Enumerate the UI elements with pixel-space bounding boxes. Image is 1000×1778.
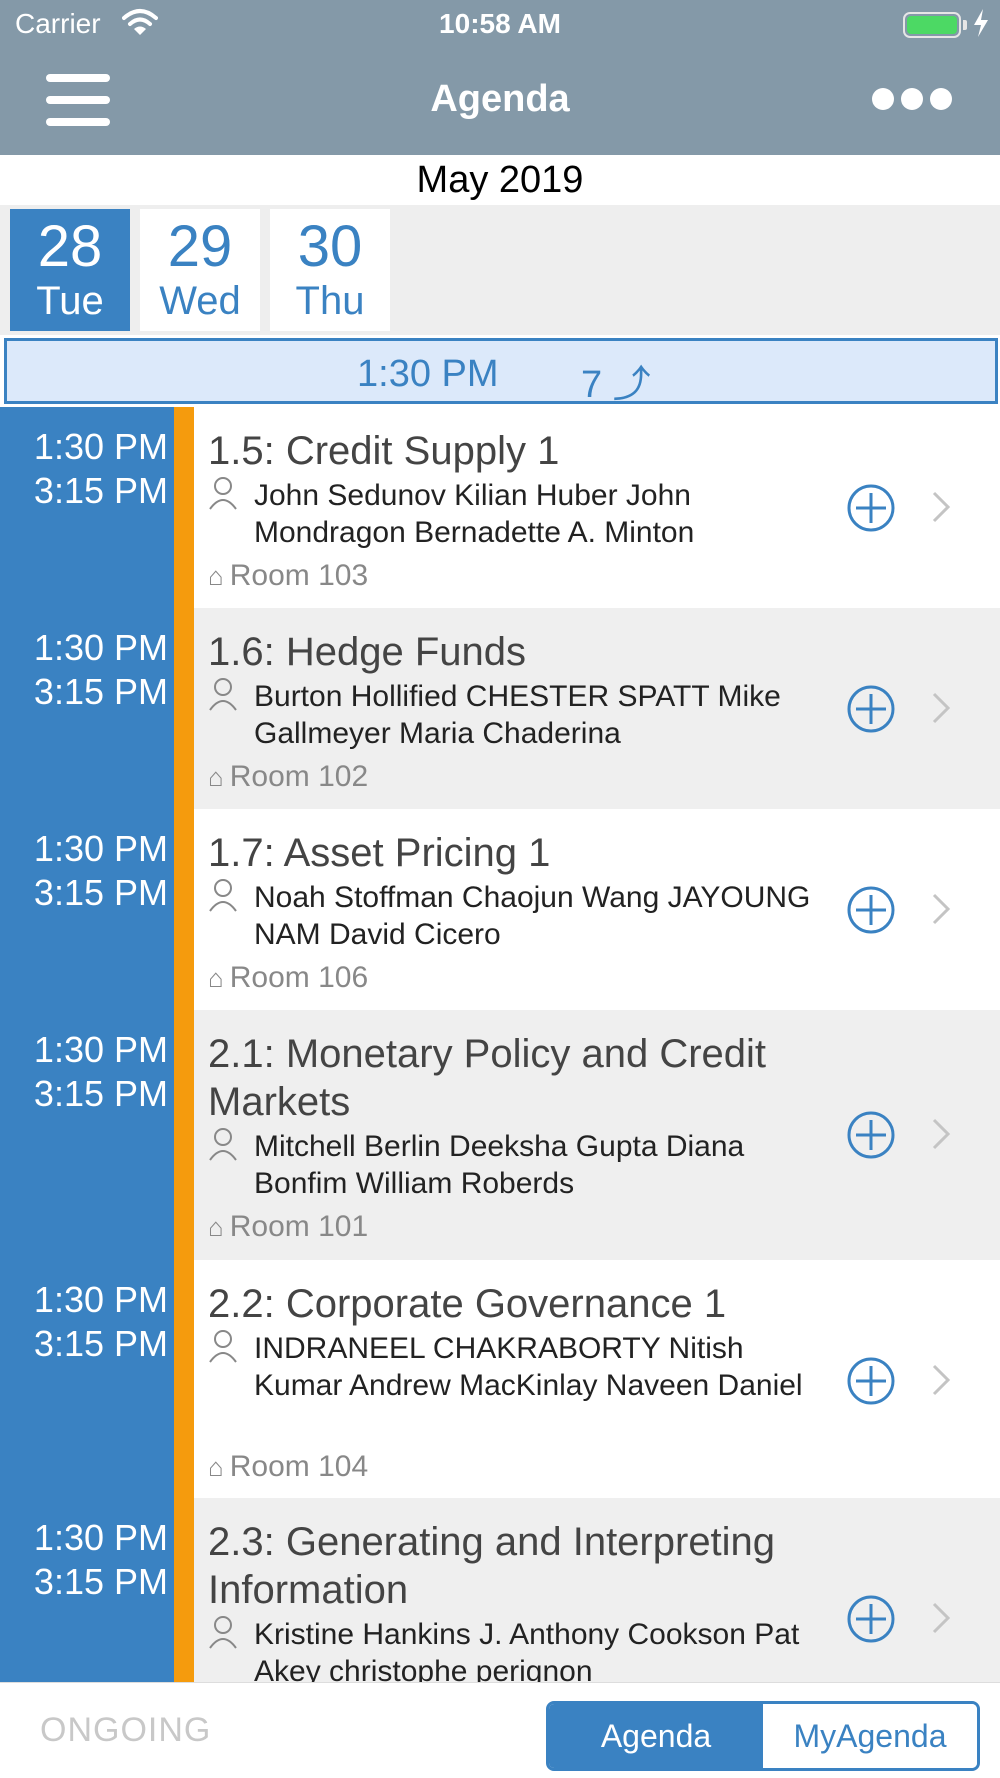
charging-icon (974, 9, 988, 37)
session-room: ⌂ Room 106 (208, 961, 369, 994)
status-bar: Carrier 10:58 AM (0, 0, 1000, 50)
add-to-agenda-icon[interactable] (846, 1110, 896, 1160)
session-times: 1:30 PM 3:15 PM (0, 1278, 172, 1366)
add-to-agenda-icon[interactable] (846, 1594, 896, 1644)
session-speakers: Kristine Hankins J. Anthony Cookson Pat … (254, 1618, 800, 1682)
session-body[interactable]: 1.5: Credit Supply 1 John Sedunov Kilian… (194, 407, 1000, 608)
chevron-right-icon[interactable] (928, 1598, 954, 1638)
person-icon (209, 1128, 237, 1161)
session-title: 2.1: Monetary Policy and Credit Markets (208, 1032, 767, 1124)
room-icon: ⌂ (208, 1452, 224, 1482)
session-title: 2.2: Corporate Governance 1 (208, 1282, 727, 1326)
add-to-agenda-icon[interactable] (846, 684, 896, 734)
session-room: ⌂ Room 103 (208, 559, 369, 592)
session-row[interactable]: 1:30 PM 3:15 PM 1.6: Hedge Funds Burton … (0, 608, 1000, 809)
session-body[interactable]: 1.7: Asset Pricing 1 Noah Stoffman Chaoj… (194, 809, 1000, 1010)
session-start: 1:30 PM (33, 1517, 168, 1558)
session-end: 3:15 PM (33, 1561, 168, 1602)
session-times: 1:30 PM 3:15 PM (0, 425, 172, 513)
session-end: 3:15 PM (33, 872, 168, 913)
day-tab-28[interactable]: 28 Tue (10, 209, 130, 331)
session-start: 1:30 PM (33, 1279, 168, 1320)
session-end: 3:15 PM (33, 1073, 168, 1114)
person-icon (209, 1616, 237, 1649)
session-times: 1:30 PM 3:15 PM (0, 1028, 172, 1116)
day-tab-30[interactable]: 30 Thu (270, 209, 390, 331)
session-speakers: Burton Hollified CHESTER SPATT Mike Gall… (254, 680, 781, 750)
session-speakers: Noah Stoffman Chaojun Wang JAYOUNG NAM D… (254, 881, 811, 951)
tab-agenda[interactable]: Agenda (549, 1704, 763, 1768)
chevron-right-icon[interactable] (928, 1114, 954, 1154)
session-room: ⌂ Room 101 (208, 1210, 369, 1243)
session-count: 7 ⤴ (581, 364, 651, 406)
chevron-right-icon[interactable] (928, 889, 954, 929)
session-row[interactable]: 1:30 PM 3:15 PM 2.1: Monetary Policy and… (0, 1010, 1000, 1260)
person-icon (209, 1330, 237, 1363)
person-icon (209, 678, 237, 711)
session-title: 2.3: Generating and Interpreting Informa… (208, 1520, 776, 1612)
battery-icon (903, 12, 961, 38)
chevron-right-icon[interactable] (928, 1360, 954, 1400)
session-times: 1:30 PM 3:15 PM (0, 626, 172, 714)
session-row[interactable]: 1:30 PM 3:15 PM 1.5: Credit Supply 1 Joh… (0, 407, 1000, 608)
day-weekday: Tue (36, 279, 104, 323)
month-label: May 2019 (0, 155, 1000, 205)
session-room: ⌂ Room 104 (208, 1450, 369, 1483)
page-title: Agenda (430, 78, 570, 120)
session-row[interactable]: 1:30 PM 3:15 PM 2.3: Generating and Inte… (0, 1498, 1000, 1682)
tab-myagenda[interactable]: MyAgenda (763, 1704, 977, 1768)
status-time: 10:58 AM (439, 8, 561, 39)
session-speakers: John Sedunov Kilian Huber John Mondragon… (254, 479, 695, 549)
session-body[interactable]: 2.3: Generating and Interpreting Informa… (194, 1498, 1000, 1682)
session-body[interactable]: 2.2: Corporate Governance 1 INDRANEEL CH… (194, 1260, 1000, 1498)
session-title: 1.5: Credit Supply 1 (208, 429, 560, 473)
session-body[interactable]: 1.6: Hedge Funds Burton Hollified CHESTE… (194, 608, 1000, 809)
day-selector: 28 Tue 29 Wed 30 Thu (0, 205, 1000, 335)
session-title: 1.7: Asset Pricing 1 (208, 831, 551, 875)
day-number: 29 (167, 214, 233, 279)
session-row[interactable]: 1:30 PM 3:15 PM 2.2: Corporate Governanc… (0, 1260, 1000, 1498)
session-room: ⌂ Room 102 (208, 760, 369, 793)
session-start: 1:30 PM (33, 828, 168, 869)
session-list[interactable]: 1:30 PM 3:15 PM 1.5: Credit Supply 1 Joh… (0, 407, 1000, 1682)
session-start: 1:30 PM (33, 426, 168, 467)
ongoing-button[interactable]: ONGOING (40, 1711, 211, 1750)
day-number: 28 (37, 214, 103, 279)
session-row[interactable]: 1:30 PM 3:15 PM 1.7: Asset Pricing 1 Noa… (0, 809, 1000, 1010)
person-icon (209, 879, 237, 912)
session-title: 1.6: Hedge Funds (208, 630, 526, 674)
session-speakers: INDRANEEL CHAKRABORTY Nitish Kumar Andre… (254, 1332, 803, 1402)
battery-cap (963, 20, 967, 30)
session-start: 1:30 PM (33, 1029, 168, 1070)
add-to-agenda-icon[interactable] (846, 483, 896, 533)
room-icon: ⌂ (208, 762, 224, 792)
session-start: 1:30 PM (33, 627, 168, 668)
session-times: 1:30 PM 3:15 PM (0, 1516, 172, 1604)
add-to-agenda-icon[interactable] (846, 885, 896, 935)
room-icon: ⌂ (208, 963, 224, 993)
day-weekday: Wed (159, 279, 241, 323)
room-icon: ⌂ (208, 561, 224, 591)
chevron-right-icon[interactable] (928, 487, 954, 527)
chevron-right-icon[interactable] (928, 688, 954, 728)
time-slot-banner[interactable]: 1:30 PM 7 ⤴ (4, 338, 998, 406)
session-body[interactable]: 2.1: Monetary Policy and Credit Markets … (194, 1010, 1000, 1260)
add-to-agenda-icon[interactable] (846, 1356, 896, 1406)
session-end: 3:15 PM (33, 671, 168, 712)
room-icon: ⌂ (208, 1212, 224, 1242)
more-options-icon[interactable] (872, 88, 952, 112)
session-times: 1:30 PM 3:15 PM (0, 827, 172, 915)
time-slot-label: 1:30 PM (357, 353, 499, 395)
session-end: 3:15 PM (33, 470, 168, 511)
agenda-segmented-control: Agenda MyAgenda (546, 1701, 980, 1771)
person-icon (209, 477, 237, 510)
day-weekday: Thu (295, 279, 365, 323)
day-number: 30 (297, 214, 363, 279)
session-end: 3:15 PM (33, 1323, 168, 1364)
session-speakers: Mitchell Berlin Deeksha Gupta Diana Bonf… (254, 1130, 745, 1200)
day-tab-29[interactable]: 29 Wed (140, 209, 260, 331)
bottom-bar: ONGOING Agenda MyAgenda (0, 1682, 1000, 1778)
top-bar: Carrier 10:58 AM Agenda (0, 0, 1000, 155)
